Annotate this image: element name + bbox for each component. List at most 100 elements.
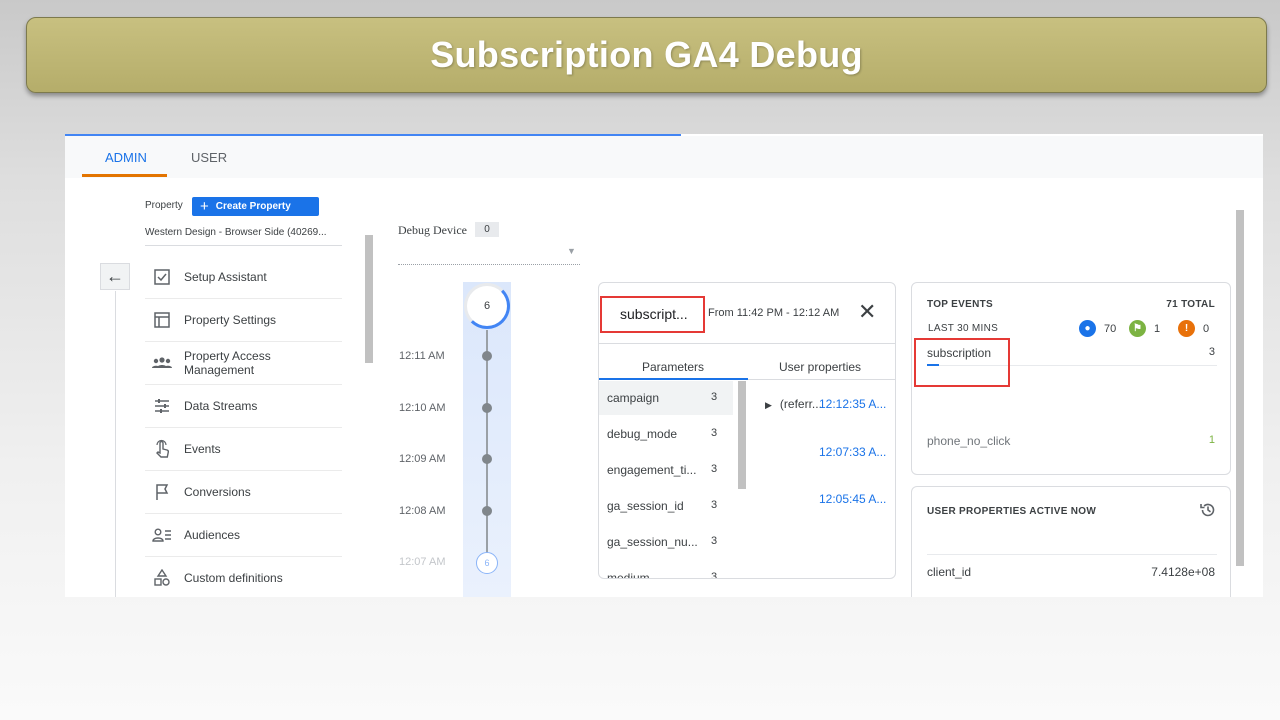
parameter-count: 3 — [711, 535, 718, 547]
parameter-count: 3 — [711, 391, 718, 403]
timeline-dot[interactable] — [482, 351, 492, 361]
count-value: 1 — [1154, 322, 1161, 335]
people-icon — [151, 354, 173, 372]
tab-parameters[interactable]: Parameters — [642, 360, 704, 374]
menu-item-label: Conversions — [184, 485, 251, 499]
user-property-time[interactable]: 12:05:45 A... — [819, 492, 886, 506]
menu-item-label: Data Streams — [184, 399, 258, 413]
user-properties-title: USER PROPERTIES ACTIVE NOW — [927, 506, 1097, 517]
dropdown-caret-icon[interactable]: ▼ — [567, 246, 576, 256]
timeline-bottom-count[interactable]: 6 — [476, 552, 498, 574]
debug-device-select[interactable] — [398, 248, 580, 265]
panel-divider — [115, 291, 116, 597]
timeline-time: 12:08 AM — [399, 505, 446, 517]
timeline-dot[interactable] — [482, 403, 492, 413]
tab-user[interactable]: USER — [191, 150, 227, 165]
menu-item-label: Events — [184, 442, 221, 456]
expand-caret-icon: ▶ — [765, 400, 772, 410]
user-property-time[interactable]: 12:07:33 A... — [819, 445, 886, 459]
top-events-card: TOP EVENTS 71 TOTAL LAST 30 MINS ● 70 ⚑ … — [911, 282, 1231, 475]
parameter-key: medium — [607, 571, 650, 579]
top-events-title: TOP EVENTS — [927, 299, 993, 310]
count-value: 70 — [1104, 322, 1117, 335]
menu-item-label: Audiences — [184, 528, 241, 542]
flag-icon: ⚑ — [1129, 320, 1146, 337]
timeline-line — [486, 330, 488, 560]
user-property-row[interactable]: ▶ (referr... — [765, 397, 822, 411]
plus-icon: + — [200, 198, 209, 215]
parameter-key: engagement_ti... — [607, 463, 697, 477]
close-icon[interactable]: ✕ — [858, 299, 876, 325]
count-value: 0 — [1203, 322, 1210, 335]
top-events-subtitle: LAST 30 MINS — [928, 323, 999, 334]
timeline-count-value: 6 — [483, 300, 491, 312]
shapes-icon — [151, 569, 173, 587]
menu-item-property-access[interactable]: Property Access Management — [145, 342, 342, 385]
timeline-time: 12:11 AM — [399, 350, 445, 362]
slide-title-banner: Subscription GA4 Debug — [26, 17, 1267, 93]
highlight-box — [600, 296, 705, 333]
menu-item-data-streams[interactable]: Data Streams — [145, 385, 342, 428]
timeline-time: 12:10 AM — [399, 402, 446, 414]
parameter-key: debug_mode — [607, 427, 678, 441]
parameter-row[interactable]: debug_mode 3 — [599, 417, 733, 451]
tab-user-properties[interactable]: User properties — [779, 360, 861, 374]
timeline-bottom-value: 6 — [484, 558, 490, 568]
property-selector[interactable]: Western Design - Browser Side (40269... — [145, 227, 342, 246]
top-events-total: 71 TOTAL — [1166, 299, 1215, 310]
streams-icon — [151, 397, 173, 415]
top-event-name[interactable]: phone_no_click — [927, 434, 1010, 448]
parameter-count: 3 — [711, 427, 718, 439]
parameter-count: 3 — [711, 463, 718, 475]
flag-icon — [151, 483, 173, 501]
parameter-row[interactable]: ga_session_id 3 — [599, 489, 733, 523]
event-count-orange: ! 0 — [1178, 320, 1209, 337]
parameter-count: 3 — [711, 571, 718, 579]
parameters-scrollbar[interactable] — [738, 381, 746, 489]
menu-item-events[interactable]: Events — [145, 428, 342, 471]
create-property-button[interactable]: + Create Property — [192, 197, 319, 216]
menu-item-label: Setup Assistant — [184, 270, 267, 284]
main-scrollbar[interactable] — [1236, 210, 1244, 566]
ga4-admin-screenshot: ADMIN USER Property + Create Property We… — [65, 134, 1263, 597]
admin-property-panel: Property + Create Property Western Desig… — [82, 178, 373, 597]
parameter-row[interactable]: ga_session_nu... 3 — [599, 525, 733, 559]
timeline-event-count[interactable]: 6 — [464, 283, 510, 329]
event-time-range: From 11:42 PM - 12:12 AM — [708, 307, 840, 319]
menu-item-property-settings[interactable]: Property Settings — [145, 299, 342, 342]
tab-parameters-indicator — [599, 378, 748, 380]
user-property-value: 7.4128e+08 — [1151, 565, 1215, 579]
back-arrow-button[interactable]: ← — [100, 263, 130, 290]
person-icon: ● — [1079, 320, 1096, 337]
property-label: Property — [145, 200, 183, 211]
parameter-key: ga_session_nu... — [607, 535, 698, 549]
menu-item-custom-definitions[interactable]: Custom definitions — [145, 557, 342, 597]
menu-item-setup-assistant[interactable]: Setup Assistant — [145, 256, 342, 299]
tab-admin[interactable]: ADMIN — [105, 150, 147, 165]
left-panel-scrollbar[interactable] — [365, 235, 373, 363]
parameter-row[interactable]: engagement_ti... 3 — [599, 453, 733, 487]
parameter-row[interactable]: campaign 3 — [599, 381, 733, 415]
menu-item-label: Property Access Management — [184, 349, 271, 377]
slide-title: Subscription GA4 Debug — [430, 34, 863, 75]
layout-icon — [151, 311, 173, 329]
menu-item-conversions[interactable]: Conversions — [145, 471, 342, 514]
highlight-box — [914, 338, 1010, 387]
menu-item-label: Property Settings — [184, 313, 277, 327]
parameter-key: campaign — [607, 391, 660, 405]
timeline-dot[interactable] — [482, 506, 492, 516]
user-property-key: (referr... — [779, 397, 822, 411]
divider — [599, 343, 895, 344]
create-property-label: Create Property — [215, 201, 291, 212]
arrow-left-icon: ← — [106, 266, 124, 286]
user-property-time[interactable]: 12:12:35 A... — [819, 397, 886, 411]
menu-item-label: Custom definitions — [184, 571, 283, 585]
top-event-count: 3 — [1208, 346, 1215, 358]
parameter-key: ga_session_id — [607, 499, 684, 513]
parameter-row[interactable]: medium 3 — [599, 561, 733, 579]
error-icon: ! — [1178, 320, 1195, 337]
history-icon[interactable] — [1199, 501, 1217, 524]
top-tab-bar: ADMIN USER — [65, 136, 1263, 178]
timeline-dot[interactable] — [482, 454, 492, 464]
menu-item-audiences[interactable]: Audiences — [145, 514, 342, 557]
